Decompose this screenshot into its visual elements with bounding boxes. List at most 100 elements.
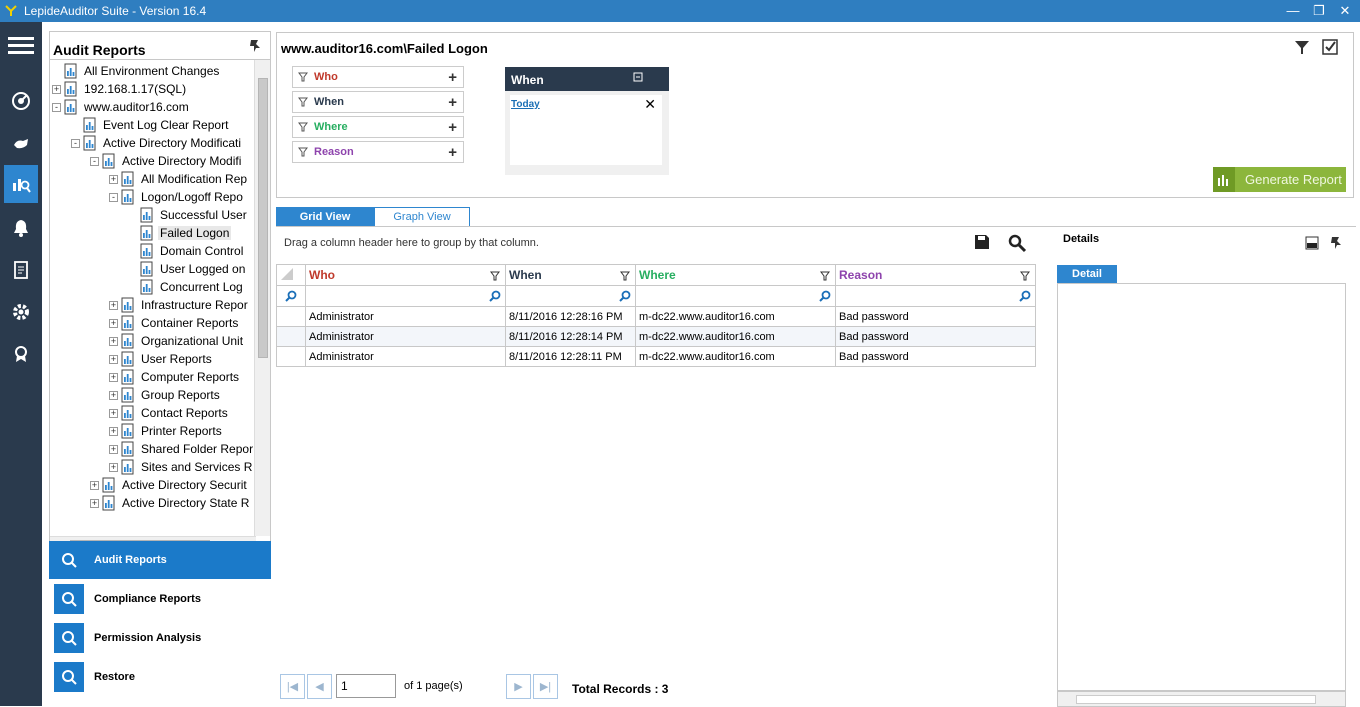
- settings-icon[interactable]: [4, 293, 38, 331]
- column-filter-icon[interactable]: [490, 270, 502, 284]
- page-number-input[interactable]: [336, 674, 396, 698]
- search-icon[interactable]: [285, 290, 297, 305]
- collapse-icon[interactable]: -: [90, 156, 99, 166]
- tree-node[interactable]: Event Log Clear Report: [71, 116, 230, 134]
- expand-icon[interactable]: +: [109, 372, 118, 382]
- column-search-cell[interactable]: [305, 285, 506, 307]
- tree-node[interactable]: - Active Directory Modifi: [90, 152, 243, 170]
- restore-button[interactable]: ❐: [1309, 2, 1329, 20]
- expand-icon[interactable]: +: [90, 498, 99, 508]
- nav-compliance-reports-button[interactable]: Compliance Reports: [49, 580, 271, 618]
- save-icon[interactable]: [973, 233, 991, 251]
- search-icon[interactable]: [489, 290, 501, 305]
- close-button[interactable]: ✕: [1335, 2, 1355, 20]
- expand-icon[interactable]: +: [109, 408, 118, 418]
- tab-detail[interactable]: Detail: [1057, 265, 1117, 283]
- tree-node[interactable]: - Active Directory Modificati: [71, 134, 243, 152]
- expand-icon[interactable]: +: [109, 444, 118, 454]
- tree-node[interactable]: Failed Logon: [128, 224, 232, 242]
- last-page-button[interactable]: ▶|: [533, 674, 558, 699]
- collapse-icon[interactable]: -: [52, 102, 61, 112]
- checkbox-icon[interactable]: [1321, 38, 1339, 56]
- search-icon[interactable]: [1007, 233, 1027, 253]
- collapse-icon[interactable]: [633, 72, 643, 82]
- expand-icon[interactable]: +: [109, 174, 118, 184]
- nav-audit-reports-button[interactable]: Audit Reports: [49, 541, 271, 579]
- column-search-cell[interactable]: [276, 285, 306, 307]
- add-icon[interactable]: +: [448, 144, 457, 161]
- pin-icon[interactable]: [248, 37, 264, 53]
- tree-node[interactable]: - Logon/Logoff Repo: [109, 188, 245, 206]
- table-row[interactable]: Administrator 8/11/2016 12:28:14 PM m-dc22…: [276, 326, 1036, 347]
- search-icon[interactable]: [1019, 290, 1031, 305]
- expand-icon[interactable]: +: [109, 300, 118, 310]
- add-icon[interactable]: +: [448, 94, 457, 111]
- report-icon[interactable]: [4, 251, 38, 289]
- search-icon[interactable]: [619, 290, 631, 305]
- row-indicator[interactable]: [276, 346, 306, 367]
- next-page-button[interactable]: ▶: [506, 674, 531, 699]
- column-search-cell[interactable]: [835, 285, 1036, 307]
- column-filter-icon[interactable]: [620, 270, 632, 284]
- close-icon[interactable]: ✕: [644, 96, 656, 113]
- expand-icon[interactable]: +: [109, 462, 118, 472]
- prev-page-button[interactable]: ◀: [307, 674, 332, 699]
- row-indicator[interactable]: [276, 326, 306, 347]
- expand-icon[interactable]: +: [109, 354, 118, 364]
- expand-icon[interactable]: +: [52, 84, 61, 94]
- filter-who[interactable]: Who +: [292, 66, 464, 88]
- tree-node[interactable]: + All Modification Rep: [109, 170, 249, 188]
- tree-node[interactable]: +192.168.1.17(SQL): [52, 80, 188, 98]
- column-search-cell[interactable]: [505, 285, 636, 307]
- expand-icon[interactable]: +: [109, 336, 118, 346]
- hand-icon[interactable]: [4, 124, 38, 162]
- pin-icon[interactable]: [1329, 234, 1345, 250]
- minimize-button[interactable]: —: [1283, 2, 1303, 20]
- tree-node[interactable]: + Computer Reports: [109, 368, 241, 386]
- tree-node[interactable]: + Container Reports: [109, 314, 240, 332]
- tree-node[interactable]: - www.auditor16.com: [52, 98, 191, 116]
- add-icon[interactable]: +: [448, 69, 457, 86]
- search-icon[interactable]: [819, 290, 831, 305]
- tree-node[interactable]: + Shared Folder Repor: [109, 440, 255, 458]
- license-icon[interactable]: [4, 335, 38, 373]
- collapse-icon[interactable]: -: [71, 138, 80, 148]
- expand-icon[interactable]: +: [109, 390, 118, 400]
- tree-node[interactable]: Domain Control: [128, 242, 245, 260]
- tree-node[interactable]: Concurrent Log: [128, 278, 245, 296]
- scrollbar-thumb[interactable]: [1076, 695, 1316, 704]
- filter-when[interactable]: When +: [292, 91, 464, 113]
- expand-icon[interactable]: +: [109, 318, 118, 328]
- tree-node[interactable]: + Organizational Unit: [109, 332, 245, 350]
- column-search-cell[interactable]: [635, 285, 836, 307]
- column-header-reason[interactable]: Reason: [835, 264, 1036, 286]
- tree-node[interactable]: + Active Directory State R: [90, 494, 251, 512]
- tree-vertical-scrollbar[interactable]: [254, 60, 270, 536]
- bell-icon[interactable]: [4, 209, 38, 247]
- tree-node[interactable]: + User Reports: [109, 350, 214, 368]
- select-all-corner[interactable]: [276, 264, 306, 286]
- tree-node[interactable]: All Environment Changes: [52, 62, 221, 80]
- audit-reports-icon[interactable]: [4, 165, 38, 203]
- first-page-button[interactable]: |◀: [280, 674, 305, 699]
- minimize-panel-icon[interactable]: [1305, 236, 1319, 250]
- filter-icon[interactable]: [1293, 38, 1311, 56]
- column-header-when[interactable]: When: [505, 264, 636, 286]
- nav-restore-button[interactable]: Restore: [49, 658, 271, 696]
- row-indicator[interactable]: [276, 306, 306, 327]
- table-row[interactable]: Administrator 8/11/2016 12:28:16 PM m-dc22…: [276, 306, 1036, 327]
- filter-where[interactable]: Where +: [292, 116, 464, 138]
- generate-report-button[interactable]: Generate Report: [1213, 167, 1346, 192]
- tree-node[interactable]: + Contact Reports: [109, 404, 230, 422]
- expand-icon[interactable]: +: [90, 480, 99, 490]
- tab-grid-view[interactable]: Grid View: [276, 207, 374, 227]
- tree-node[interactable]: + Active Directory Securit: [90, 476, 249, 494]
- column-header-where[interactable]: Where: [635, 264, 836, 286]
- today-link[interactable]: Today: [511, 99, 540, 110]
- add-icon[interactable]: +: [448, 119, 457, 136]
- filter-reason[interactable]: Reason +: [292, 141, 464, 163]
- scrollbar-thumb[interactable]: [258, 78, 268, 358]
- tree-node[interactable]: + Group Reports: [109, 386, 222, 404]
- collapse-icon[interactable]: -: [109, 192, 118, 202]
- column-filter-icon[interactable]: [1020, 270, 1032, 284]
